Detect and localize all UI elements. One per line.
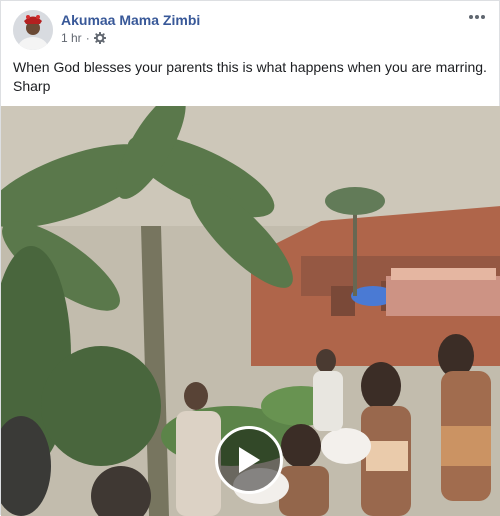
meta-separator: · xyxy=(85,31,90,45)
gear-icon[interactable] xyxy=(93,32,106,44)
more-options-icon[interactable] xyxy=(465,9,489,25)
post-caption: When God blesses your parents this is wh… xyxy=(13,59,487,94)
play-button[interactable] xyxy=(215,426,283,494)
video-player[interactable] xyxy=(1,106,500,516)
timestamp[interactable]: 1 hr xyxy=(61,31,82,45)
post-meta: 1 hr · xyxy=(61,31,106,45)
facebook-post: Akumaa Mama Zimbi 1 hr · When God blesse… xyxy=(0,0,500,516)
post-header: Akumaa Mama Zimbi 1 hr · xyxy=(13,9,489,51)
play-icon xyxy=(239,447,260,473)
avatar-image xyxy=(13,10,53,50)
avatar[interactable] xyxy=(13,10,53,50)
author-name[interactable]: Akumaa Mama Zimbi xyxy=(61,12,200,28)
